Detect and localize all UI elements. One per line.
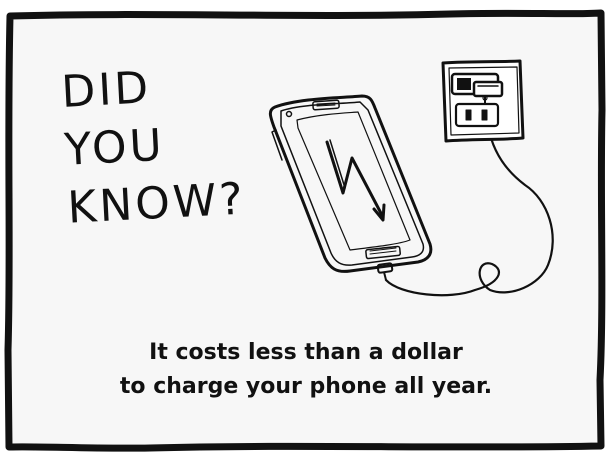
did-you-know-headline: DID YOU KNOW? — [60, 55, 249, 238]
smartphone-icon — [268, 94, 433, 273]
headline-line-2: YOU — [63, 119, 167, 176]
fact-caption: It costs less than a dollar to charge yo… — [40, 336, 572, 404]
headline-line-3: KNOW? — [66, 173, 247, 234]
caption-line-1: It costs less than a dollar — [149, 340, 463, 365]
caption-line-2: to charge your phone all year. — [119, 374, 493, 399]
headline-line-1: DID — [60, 62, 153, 118]
comic-canvas: DID YOU KNOW? It costs less than a dolla… — [0, 0, 612, 459]
